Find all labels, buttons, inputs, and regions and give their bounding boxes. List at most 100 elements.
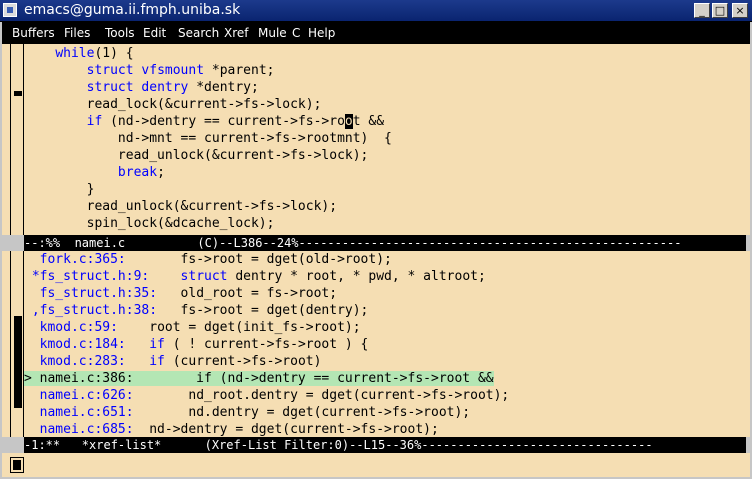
minibuffer-scroll-icon xyxy=(10,457,24,473)
xref-token: fork.c:365: xyxy=(39,252,126,267)
xref-token: namei.c:626: xyxy=(39,388,134,403)
xref-line[interactable]: namei.c:685: nd->dentry = dget(current->… xyxy=(24,421,439,438)
menu-help[interactable]: Help xyxy=(308,26,335,40)
menu-tools[interactable]: Tools xyxy=(105,26,135,40)
xref-token: ,fs_struct.h:38: xyxy=(31,303,158,318)
code-token: spin_lock(&dcache_lock); xyxy=(24,216,275,231)
xref-line[interactable]: > namei.c:386: if (nd->dentry == current… xyxy=(24,370,494,387)
xref-token xyxy=(24,422,40,437)
code-token: if xyxy=(86,114,103,129)
xref-token: if xyxy=(149,337,165,352)
xref-token: nd->dentry = dget(current->fs->root); xyxy=(133,422,439,437)
xref-token xyxy=(126,337,149,352)
xref-token xyxy=(149,269,180,284)
xref-token: (current->fs->root) xyxy=(164,354,322,369)
xref-token: old_root = fs->root; xyxy=(157,286,338,301)
menu-mule[interactable]: Mule xyxy=(258,26,287,40)
code-line[interactable]: } xyxy=(24,181,95,198)
xref-token xyxy=(24,252,40,267)
xref-token: kmod.c:184: xyxy=(39,337,126,352)
code-token: dentry xyxy=(141,80,189,95)
window-menu-icon[interactable] xyxy=(3,3,17,17)
xref-token: > namei.c:386: if (nd->dentry == current… xyxy=(24,371,494,386)
xref-token: kmod.c:283: xyxy=(39,354,126,369)
code-token: ; xyxy=(157,165,165,180)
menu-buffers[interactable]: Buffers xyxy=(12,26,55,40)
menu-c[interactable]: C xyxy=(292,26,300,40)
code-line[interactable]: break; xyxy=(24,164,165,181)
xref-scroll-thumb[interactable] xyxy=(14,316,22,408)
code-line[interactable]: struct vfsmount *parent; xyxy=(24,62,275,79)
code-token: (nd->dentry == current->fs->ro xyxy=(102,114,345,129)
menu-xref[interactable]: Xref xyxy=(224,26,249,40)
code-token: read_unlock(&current->fs->lock); xyxy=(24,148,369,163)
xref-token: nd_root.dentry = dget(current->fs->root)… xyxy=(133,388,510,403)
code-token: nd->mnt == current->fs->rootmnt) { xyxy=(24,131,392,146)
code-token: read_unlock(&current->fs->lock); xyxy=(24,199,338,214)
code-token: break xyxy=(117,165,158,180)
code-token: *parent; xyxy=(204,63,275,78)
xref-token: *fs_struct.h:9: xyxy=(31,269,150,284)
minimize-button[interactable]: _ xyxy=(694,3,710,18)
xref-line[interactable]: fork.c:365: fs->root = dget(old->root); xyxy=(24,251,392,268)
xref-token: nd.dentry = dget(current->fs->root); xyxy=(133,405,471,420)
xref-token xyxy=(24,354,40,369)
xref-pane[interactable]: fork.c:365: fs->root = dget(old->root); … xyxy=(2,251,750,437)
code-line[interactable]: read_unlock(&current->fs->lock); xyxy=(24,147,368,164)
xref-token xyxy=(24,303,32,318)
code-line[interactable]: read_lock(&current->fs->lock); xyxy=(24,96,322,113)
code-token: } xyxy=(24,182,95,197)
xref-token xyxy=(126,354,149,369)
code-line[interactable]: struct dentry *dentry; xyxy=(24,79,259,96)
code-line[interactable]: nd->mnt == current->fs->rootmnt) { xyxy=(24,130,392,147)
xref-line[interactable]: ,fs_struct.h:38: fs->root = dget(dentry)… xyxy=(24,302,369,319)
code-line[interactable]: while(1) { xyxy=(24,45,133,62)
xref-token xyxy=(24,337,40,352)
code-line[interactable]: if (nd->dentry == current->fs->root && xyxy=(24,113,384,130)
source-scroll-thumb[interactable] xyxy=(14,91,22,96)
window-title: emacs@guma.ii.fmph.uniba.sk xyxy=(24,2,241,18)
xref-line[interactable]: namei.c:626: nd_root.dentry = dget(curre… xyxy=(24,387,510,404)
code-token: read_lock(&current->fs->lock); xyxy=(24,97,322,112)
menu-bar: Buffers Files Tools Edit Search Xref Mul… xyxy=(2,22,750,44)
code-token: vfsmount xyxy=(141,63,205,78)
code-token: *dentry; xyxy=(188,80,259,95)
menu-files[interactable]: Files xyxy=(64,26,90,40)
modeline-namei: --:%% namei.c (C)--L386--24%------------… xyxy=(24,235,746,251)
xref-line[interactable]: kmod.c:283: if (current->fs->root) xyxy=(24,353,322,370)
code-line[interactable]: spin_lock(&dcache_lock); xyxy=(24,215,275,232)
menu-edit[interactable]: Edit xyxy=(143,26,166,40)
code-token: t && xyxy=(352,114,385,129)
xref-token: dentry * root, * pwd, * altroot; xyxy=(227,269,486,284)
code-token: while xyxy=(55,46,95,61)
xref-token xyxy=(24,269,32,284)
xref-token: namei.c:651: xyxy=(39,405,134,420)
menu-search[interactable]: Search xyxy=(178,26,219,40)
xref-scrollbar[interactable] xyxy=(10,251,24,437)
xref-token xyxy=(24,405,40,420)
xref-token: fs->root = dget(dentry); xyxy=(157,303,369,318)
xref-line[interactable]: kmod.c:184: if ( ! current->fs->root ) { xyxy=(24,336,369,353)
code-token: struct xyxy=(86,80,134,95)
echo-area[interactable] xyxy=(2,453,750,477)
xref-token xyxy=(24,286,40,301)
source-pane[interactable]: while(1) { struct vfsmount *parent; stru… xyxy=(2,44,750,235)
xref-token: ( ! current->fs->root ) { xyxy=(164,337,369,352)
xref-line[interactable]: namei.c:651: nd.dentry = dget(current->f… xyxy=(24,404,470,421)
xref-token: kmod.c:59: xyxy=(39,320,118,335)
xref-line[interactable]: *fs_struct.h:9: struct dentry * root, * … xyxy=(24,268,486,285)
modeline-xref: -1:** *xref-list* (Xref-List Filter:0)--… xyxy=(24,437,746,453)
source-scrollbar[interactable] xyxy=(10,44,24,235)
xref-line[interactable]: kmod.c:59: root = dget(init_fs->root); xyxy=(24,319,361,336)
maximize-button[interactable]: □ xyxy=(712,3,728,18)
code-line[interactable]: read_unlock(&current->fs->lock); xyxy=(24,198,337,215)
xref-token: struct xyxy=(180,269,228,284)
close-button[interactable]: × xyxy=(732,3,748,18)
xref-line[interactable]: fs_struct.h:35: old_root = fs->root; xyxy=(24,285,337,302)
xref-token: root = dget(init_fs->root); xyxy=(117,320,361,335)
xref-token xyxy=(24,388,40,403)
